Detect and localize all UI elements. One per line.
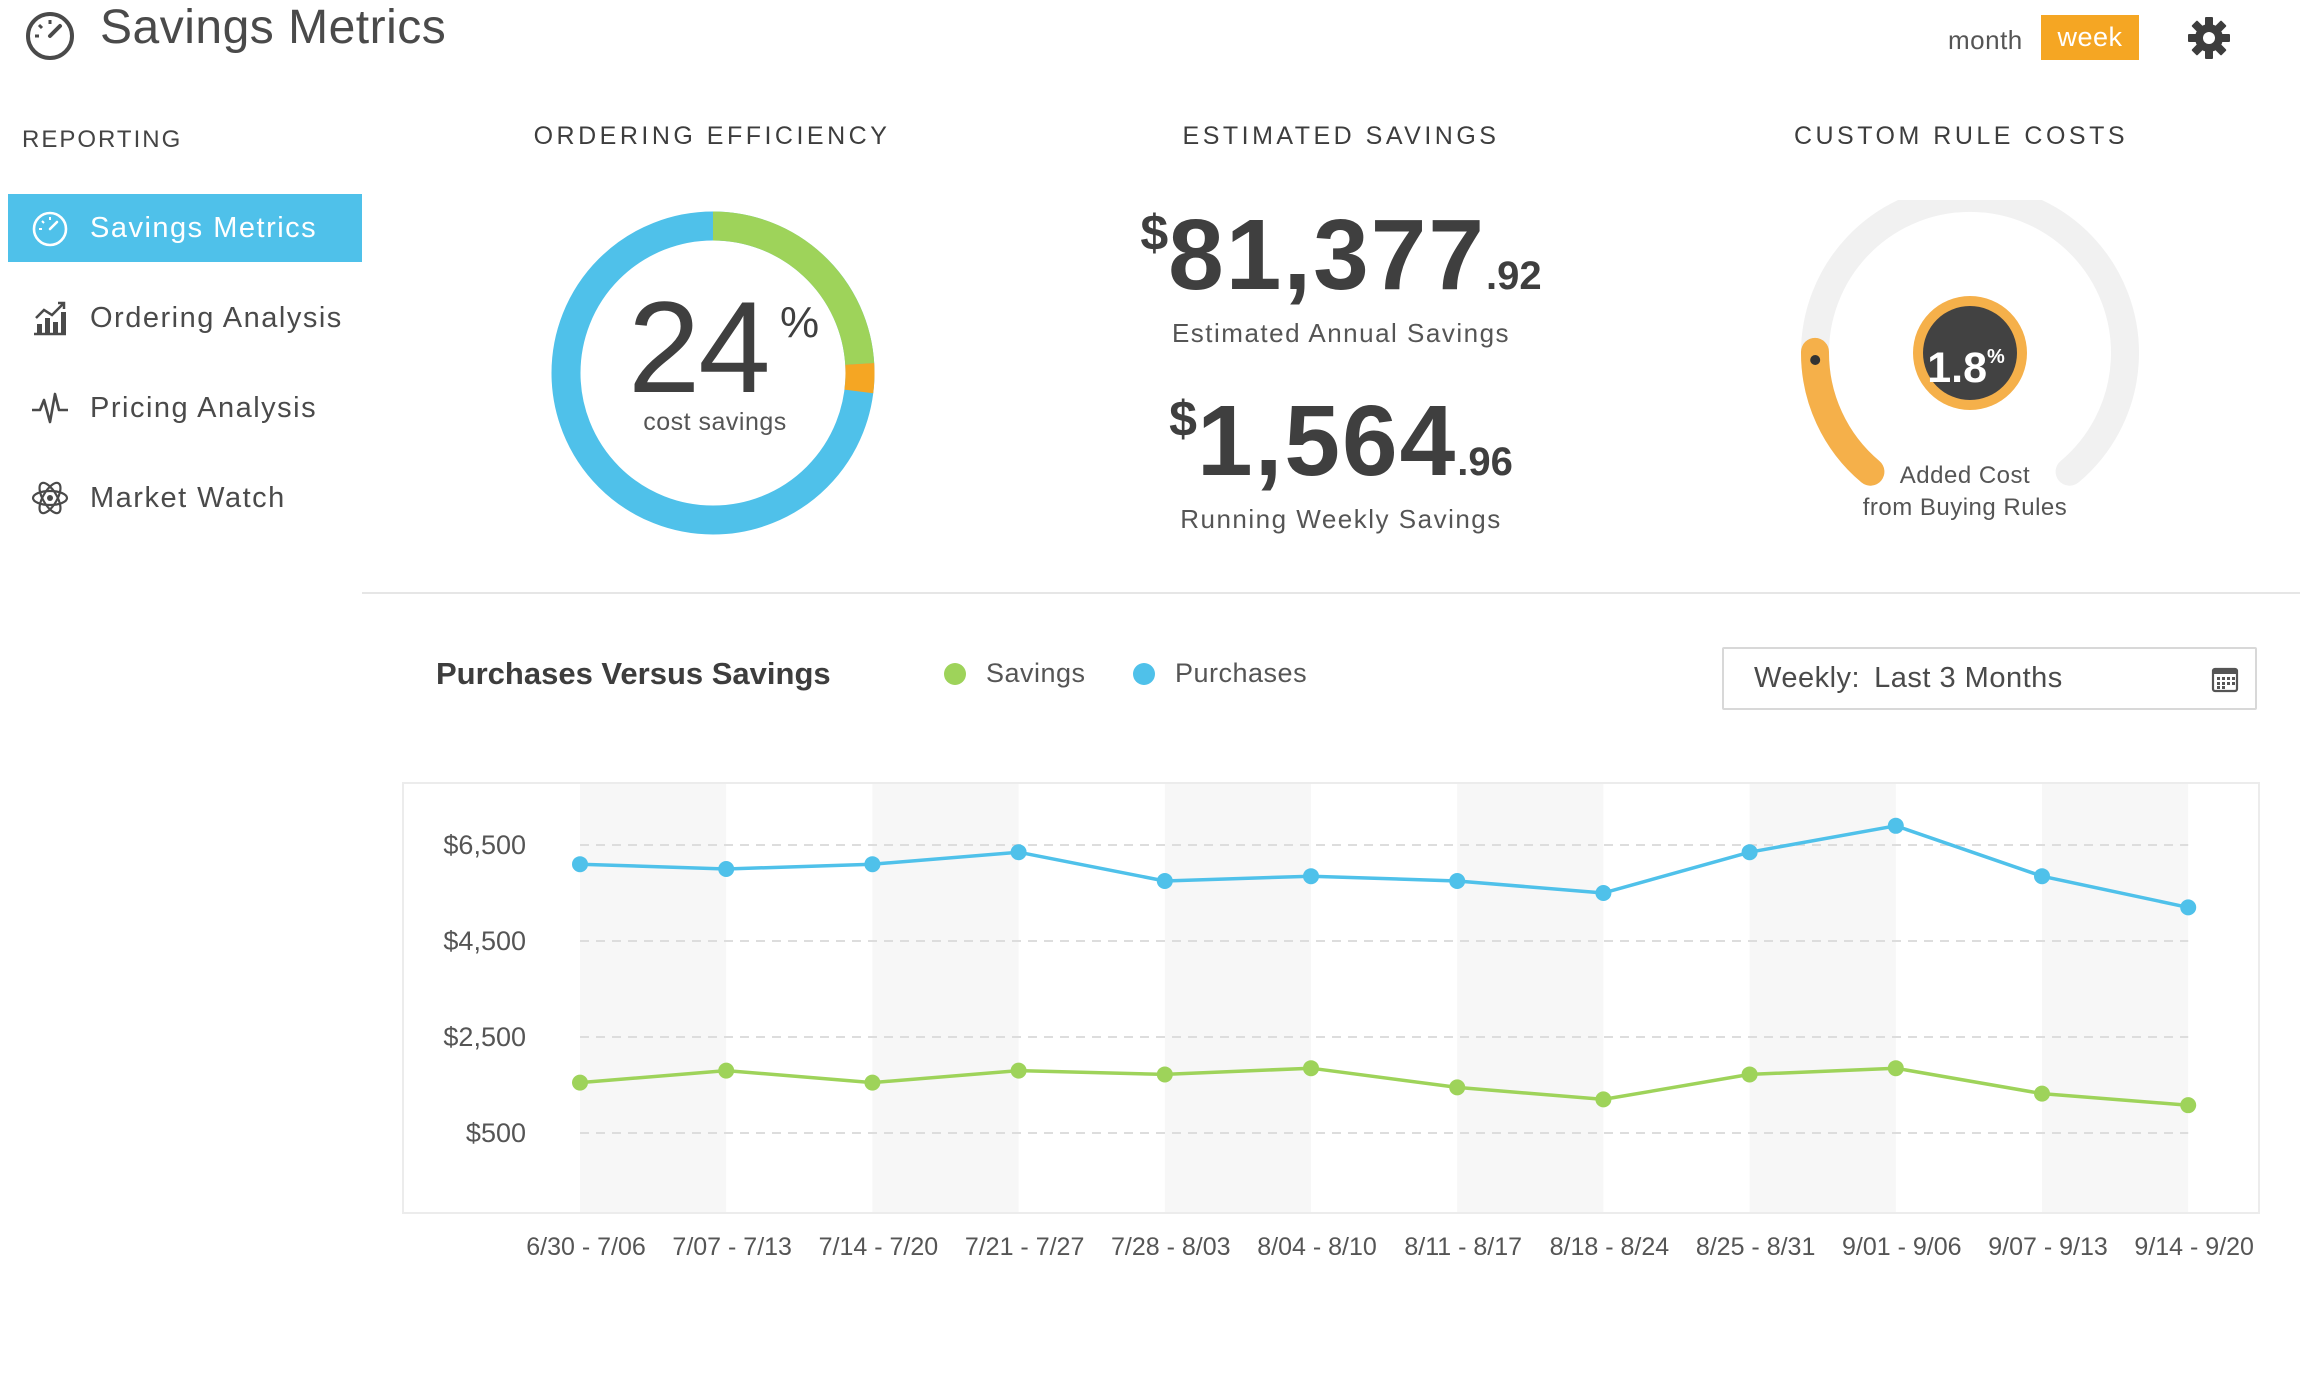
rule-cost-value: 1.8% bbox=[1906, 344, 2026, 393]
weekly-savings-amount: $1,564.96 bbox=[1140, 386, 1542, 496]
range-value: Last 3 Months bbox=[1874, 662, 2063, 694]
date-range-picker[interactable]: Weekly: Last 3 Months bbox=[1722, 647, 2257, 710]
annual-savings-cents: .92 bbox=[1486, 254, 1542, 298]
legend-purchases-dot bbox=[1133, 662, 1155, 685]
range-label: Weekly: bbox=[1754, 662, 1861, 694]
x-tick-label: 9/01 - 9/06 bbox=[1842, 1233, 1962, 1261]
gear-icon[interactable] bbox=[2186, 15, 2232, 61]
chart-title: Purchases Versus Savings bbox=[436, 656, 831, 691]
weekly-savings-caption: Running Weekly Savings bbox=[1180, 504, 1502, 534]
annual-savings-whole: 81,377 bbox=[1168, 199, 1487, 311]
custom-rule-costs-title: CUSTOM RULE COSTS bbox=[1793, 122, 2129, 150]
rule-cost-caption-line2: from Buying Rules bbox=[1862, 494, 2068, 522]
x-tick-label: 8/04 - 8/10 bbox=[1257, 1233, 1377, 1261]
efficiency-caption: cost savings bbox=[643, 408, 787, 436]
x-tick-label: 9/07 - 9/13 bbox=[1988, 1233, 2108, 1261]
sidebar-item-market-watch[interactable]: Market Watch bbox=[8, 464, 362, 532]
rule-cost-caption-line1: Added Cost bbox=[1899, 462, 2031, 489]
legend-savings-label: Savings bbox=[986, 658, 1086, 688]
currency-symbol: $ bbox=[1169, 391, 1197, 447]
weekly-savings-cents: .96 bbox=[1457, 440, 1513, 484]
app-header: Savings Metrics month week bbox=[0, 0, 2300, 80]
rule-cost-number: 1.8 bbox=[1927, 344, 1987, 392]
section-divider bbox=[362, 592, 2300, 594]
rule-cost-caption: Added Cost from Buying Rules bbox=[1810, 460, 2120, 525]
x-tick-label: 7/07 - 7/13 bbox=[672, 1233, 792, 1261]
annual-savings-caption: Estimated Annual Savings bbox=[1171, 318, 1511, 348]
rule-cost-unit: % bbox=[1986, 345, 2005, 368]
speedometer-icon bbox=[30, 208, 70, 248]
x-tick-label: 7/14 - 7/20 bbox=[819, 1233, 939, 1261]
pulse-icon bbox=[30, 388, 70, 428]
x-tick-label: 7/21 - 7/27 bbox=[965, 1233, 1085, 1261]
sidebar-item-label: Market Watch bbox=[90, 481, 286, 514]
sidebar-item-label: Savings Metrics bbox=[90, 211, 318, 244]
legend-purchases[interactable]: Purchases bbox=[1133, 658, 1307, 689]
sidebar-item-label: Ordering Analysis bbox=[90, 301, 343, 334]
x-tick-label: 9/14 - 9/20 bbox=[2134, 1233, 2254, 1261]
annual-savings-amount: $81,377.92 bbox=[1140, 200, 1542, 310]
chart-frame bbox=[402, 782, 2260, 1214]
x-tick-label: 8/18 - 8/24 bbox=[1550, 1233, 1670, 1261]
calendar-icon[interactable] bbox=[2211, 665, 2239, 693]
speedometer-icon bbox=[26, 12, 74, 60]
atom-icon bbox=[30, 478, 70, 518]
page-title: Savings Metrics bbox=[100, 1, 447, 54]
x-tick-label: 8/25 - 8/31 bbox=[1696, 1233, 1816, 1261]
sidebar-heading: REPORTING bbox=[22, 126, 183, 153]
ordering-efficiency-title: ORDERING EFFICIENCY bbox=[533, 122, 891, 150]
legend-savings[interactable]: Savings bbox=[944, 658, 1086, 689]
sidebar-item-ordering-analysis[interactable]: Ordering Analysis bbox=[8, 284, 362, 352]
efficiency-unit: % bbox=[780, 298, 820, 347]
x-tick-label: 7/28 - 8/03 bbox=[1111, 1233, 1231, 1261]
x-tick-label: 8/11 - 8/17 bbox=[1404, 1233, 1522, 1261]
legend-savings-dot bbox=[944, 662, 966, 685]
sidebar-item-label: Pricing Analysis bbox=[90, 391, 318, 424]
x-tick-label: 6/30 - 7/06 bbox=[526, 1233, 646, 1261]
sidebar-item-savings-metrics[interactable]: Savings Metrics bbox=[8, 194, 362, 262]
period-toggle-week[interactable]: week bbox=[2041, 15, 2139, 60]
efficiency-value: 24 bbox=[628, 274, 771, 420]
weekly-savings-whole: 1,564 bbox=[1196, 385, 1458, 497]
legend-purchases-label: Purchases bbox=[1175, 658, 1308, 688]
sidebar-item-pricing-analysis[interactable]: Pricing Analysis bbox=[8, 374, 362, 442]
bar-chart-icon bbox=[30, 298, 70, 338]
period-toggle-month[interactable]: month bbox=[1940, 18, 2031, 62]
estimated-savings-title: ESTIMATED SAVINGS bbox=[1182, 122, 1500, 150]
currency-symbol: $ bbox=[1140, 205, 1169, 261]
